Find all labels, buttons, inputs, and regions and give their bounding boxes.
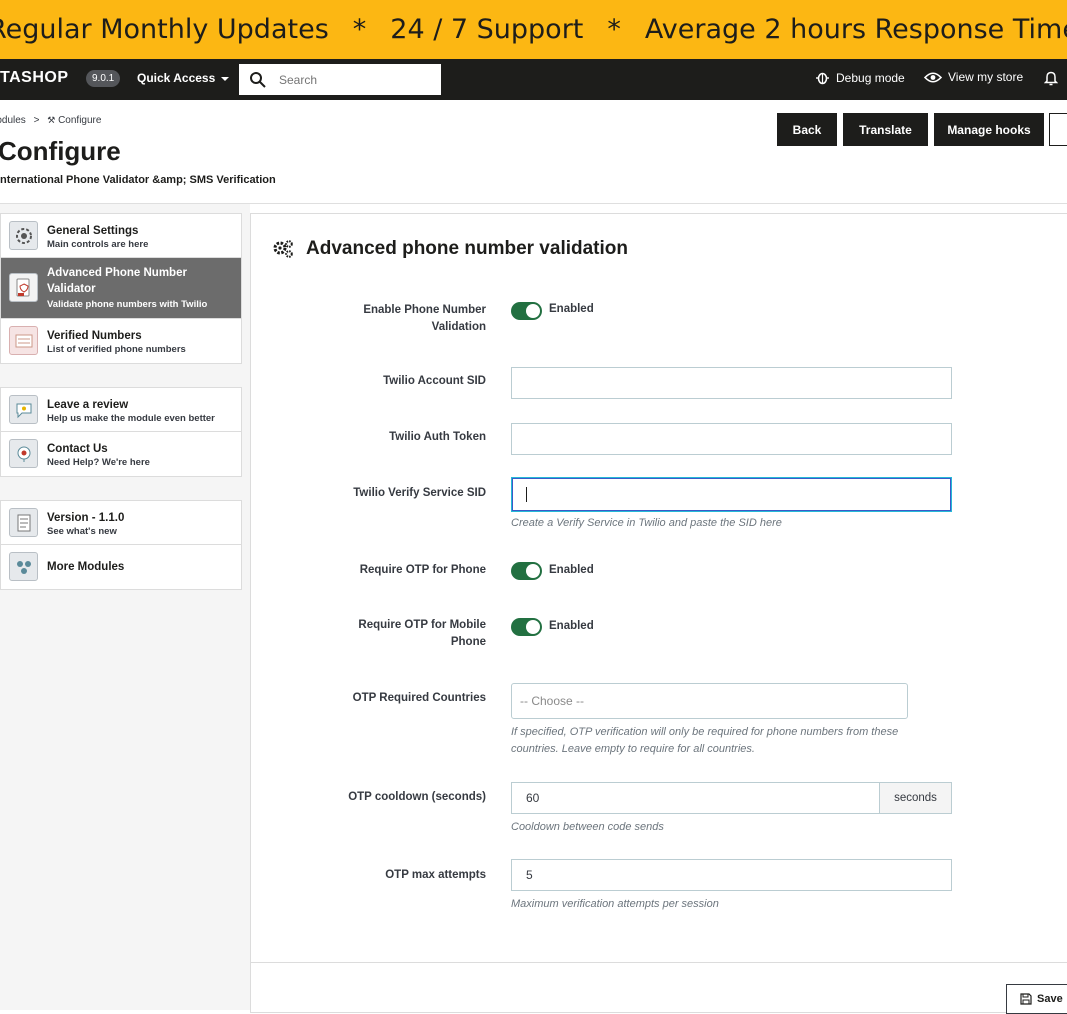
verify-sid-help: Create a Verify Service in Twilio and pa… [511,517,782,529]
phone-validator-icon [9,273,38,302]
max-attempts-input[interactable]: 5 [511,859,952,891]
debug-mode-label: Debug mode [836,70,905,85]
panel-footer-divider [251,962,1067,963]
page-subtitle: International Phone Validator &amp; SMS … [0,174,276,186]
contact-icon [9,439,38,468]
countries-select[interactable]: -- Choose -- [511,683,908,719]
sidebar-item-leave-review[interactable]: Leave a review Help us make the module e… [1,388,241,432]
eye-icon [924,71,942,83]
otp-phone-toggle[interactable] [511,562,542,580]
sidebar-item-phone-validator[interactable]: Advanced Phone Number Validator Validate… [1,258,241,319]
otp-mobile-status: Enabled [549,620,594,632]
sidebar-group-settings: General Settings Main controls are here … [0,213,242,364]
banner-sep: * [607,14,621,45]
brand-logo[interactable]: TASHOP [0,69,68,87]
review-icon [9,395,38,424]
otp-mobile-toggle[interactable] [511,618,542,636]
breadcrumb: Modules > ⚒ Configure [0,115,101,126]
wrench-icon: ⚒ [47,115,56,125]
version-badge: 9.0.1 [86,70,121,87]
quick-access-dropdown[interactable]: Quick Access [137,71,230,85]
breadcrumb-separator: > [33,115,40,126]
sidebar-item-contact-us[interactable]: Contact Us Need Help? We're here [1,432,241,476]
bug-icon [816,72,829,85]
chevron-down-icon [221,76,230,81]
sidebar-item-title: Verified Numbers [47,330,142,342]
enable-validation-status: Enabled [549,303,594,315]
list-icon [9,326,38,355]
breadcrumb-configure: Configure [58,115,102,126]
cogs-icon [273,240,293,258]
sidebar-group-info: Version - 1.1.0 See what's new More Modu… [0,500,242,590]
quick-access-label: Quick Access [137,71,216,85]
sidebar-item-title: More Modules [47,561,125,573]
text-cursor [526,487,527,502]
sidebar-item-desc: Main controls are here [47,239,149,250]
banner-updates: Regular Monthly Updates [0,14,329,45]
sidebar-item-title: Leave a review [47,399,129,411]
top-navbar: TASHOP 9.0.1 Quick Access Debug mode Vie… [0,59,1067,100]
max-attempts-help: Maximum verification attempts per sessio… [511,898,719,910]
breadcrumb-modules[interactable]: Modules [0,115,26,126]
sidebar-item-version[interactable]: Version - 1.1.0 See what's new [1,501,241,545]
auth-token-input[interactable] [511,423,952,455]
save-label: Save [1037,993,1063,1005]
auth-token-label: Twilio Auth Token [389,431,486,443]
view-store-link[interactable]: View my store [924,70,1023,84]
max-attempts-label: OTP max attempts [385,869,486,881]
sidebar-item-desc: See what's new [47,526,117,537]
back-button[interactable]: Back [777,113,837,146]
otp-phone-label: Require OTP for Phone [359,564,486,576]
sidebar-group-support: Leave a review Help us make the module e… [0,387,242,477]
sidebar-item-general-settings[interactable]: General Settings Main controls are here [1,214,241,258]
verify-sid-input[interactable] [511,477,952,512]
sidebar-item-title: General Settings [47,225,139,237]
banner-response: Average 2 hours Response Time [644,14,1067,45]
panel-title: Advanced phone number validation [306,238,628,259]
more-button[interactable] [1049,113,1067,146]
sidebar-item-title: Version - 1.1.0 [47,512,125,524]
modules-icon [9,552,38,581]
translate-button[interactable]: Translate [843,113,928,146]
verify-sid-label: Twilio Verify Service SID [353,487,486,499]
bell-icon [1044,71,1058,86]
otp-phone-status: Enabled [549,564,594,576]
debug-mode-link[interactable]: Debug mode [815,70,905,85]
sidebar-item-title: Advanced Phone Number Validator [47,267,187,295]
panel-heading: Advanced phone number validation [272,238,628,260]
cooldown-input[interactable]: 60 [511,782,880,814]
enable-validation-toggle[interactable] [511,302,542,320]
cooldown-help: Cooldown between code sends [511,821,664,833]
view-store-label: View my store [948,70,1024,84]
promo-banner: Regular Monthly Updates * 24 / 7 Support… [0,0,1067,59]
account-sid-label: Twilio Account SID [383,375,486,387]
manage-hooks-button[interactable]: Manage hooks [934,113,1044,146]
document-icon [9,508,38,537]
sidebar-item-more-modules[interactable]: More Modules [1,545,241,589]
search-input[interactable] [279,72,429,87]
otp-mobile-label: Require OTP for Mobile Phone [358,619,486,648]
search-box[interactable] [239,64,441,95]
sidebar-item-title: Contact Us [47,443,108,455]
sidebar-item-verified-numbers[interactable]: Verified Numbers List of verified phone … [1,319,241,363]
enable-validation-label: Enable Phone Number Validation [363,304,486,333]
countries-help: If specified, OTP verification will only… [511,726,899,755]
sidebar-item-desc: Validate phone numbers with Twilio [47,299,208,310]
cooldown-unit: seconds [879,782,952,814]
page-title: Configure [0,136,121,166]
sidebar-item-desc: List of verified phone numbers [47,344,186,355]
floppy-disk-icon [1020,993,1032,1005]
cooldown-label: OTP cooldown (seconds) [348,791,486,803]
search-icon [250,71,266,88]
sidebar-item-desc: Need Help? We're here [47,457,150,468]
banner-support: 24 / 7 Support [390,14,584,45]
sidebar-item-desc: Help us make the module even better [47,413,215,424]
notifications-button[interactable] [1044,70,1058,86]
banner-sep: * [352,14,367,45]
gear-icon [9,221,38,250]
account-sid-input[interactable] [511,367,952,399]
countries-label: OTP Required Countries [352,692,486,704]
